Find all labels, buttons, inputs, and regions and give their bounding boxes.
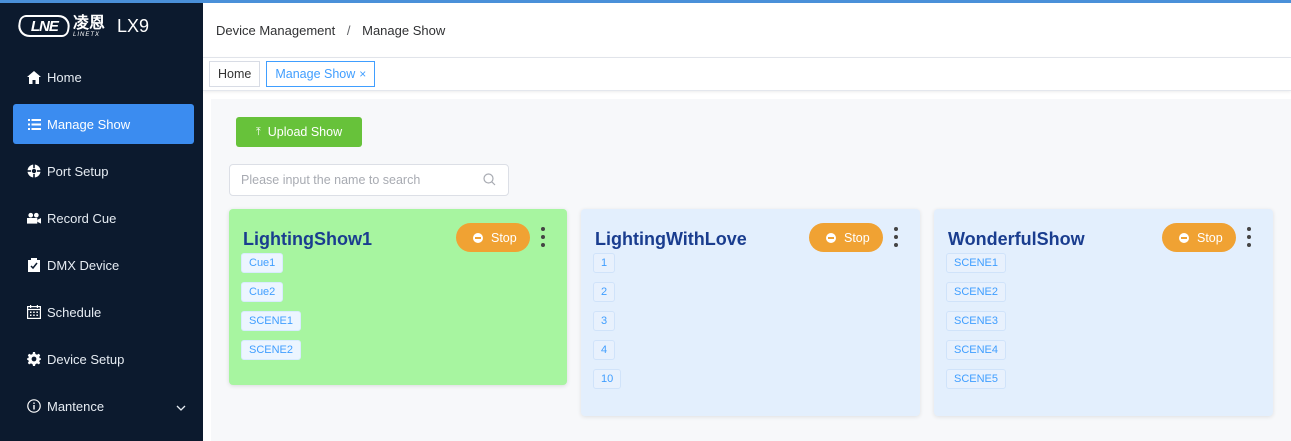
port-icon: [27, 164, 41, 178]
breadcrumb-item-device-management[interactable]: Device Management: [216, 23, 335, 38]
brand-logo: LNE 凌恩 LINETX: [15, 14, 105, 38]
gear-icon: [27, 352, 41, 366]
tab-manage-show[interactable]: Manage Show ×: [266, 61, 376, 87]
more-vertical-icon[interactable]: [893, 227, 899, 247]
list-icon: [27, 117, 41, 131]
header: Device Management / Manage Show: [203, 3, 1291, 58]
sidebar-item-home[interactable]: Home: [13, 57, 194, 97]
stop-icon: [473, 232, 483, 243]
cue-tag[interactable]: SCENE1: [241, 311, 302, 331]
sidebar-item-schedule[interactable]: Schedule: [13, 292, 194, 332]
sidebar-item-label: DMX Device: [47, 257, 120, 273]
sidebar-item-manage-show[interactable]: Manage Show: [13, 104, 194, 144]
cue-tag[interactable]: Cue1: [241, 253, 284, 273]
record-icon: [27, 211, 41, 225]
cue-list: Cue1 Cue2 SCENE1 SCENE2: [241, 253, 302, 369]
cue-tag[interactable]: 3: [593, 311, 616, 331]
home-icon: [27, 70, 41, 84]
cue-tag[interactable]: 2: [593, 282, 616, 302]
show-card[interactable]: WonderfulShow Stop SCENE1 SCENE2 SCENE3 …: [934, 209, 1273, 416]
cue-tag[interactable]: SCENE3: [946, 311, 1007, 331]
stop-button[interactable]: Stop: [809, 223, 883, 252]
cue-tag[interactable]: SCENE2: [946, 282, 1007, 302]
sidebar-item-label: Record Cue: [47, 210, 117, 226]
sidebar-item-label: Device Setup: [47, 351, 125, 367]
show-card[interactable]: LightingShow1 Stop Cue1 Cue2 SCENE1 SCEN…: [229, 209, 567, 385]
stop-icon: [826, 232, 836, 243]
more-vertical-icon[interactable]: [540, 227, 546, 247]
tab-bar: Home Manage Show ×: [203, 58, 1291, 91]
sidebar-item-label: Manage Show: [47, 116, 131, 132]
breadcrumb-item-manage-show: Manage Show: [362, 22, 446, 38]
cue-tag[interactable]: 4: [593, 340, 616, 360]
stop-button[interactable]: Stop: [1162, 223, 1236, 252]
main-content: ⤒ Upload Show LightingShow1 Stop Cue1 Cu…: [211, 99, 1291, 441]
info-icon: [27, 399, 41, 413]
cue-tag[interactable]: 1: [593, 253, 616, 273]
sidebar-item-label: Mantence: [47, 398, 105, 414]
stop-button[interactable]: Stop: [456, 223, 530, 252]
close-icon[interactable]: ×: [359, 67, 366, 81]
sidebar-item-mantence[interactable]: Mantence: [13, 386, 194, 426]
more-vertical-icon[interactable]: [1246, 227, 1252, 247]
cue-tag[interactable]: Cue2: [241, 282, 284, 302]
sidebar: LNE 凌恩 LINETX LX9 Home Manage Show Port …: [0, 3, 203, 441]
sidebar-item-device-setup[interactable]: Device Setup: [13, 339, 194, 379]
search-input[interactable]: [241, 173, 471, 187]
sidebar-item-label: Port Setup: [47, 163, 109, 179]
cue-tag[interactable]: SCENE1: [946, 253, 1007, 273]
sidebar-item-label: Home: [47, 69, 82, 85]
breadcrumb-separator: /: [346, 22, 351, 38]
cue-tag[interactable]: SCENE5: [946, 369, 1007, 389]
sidebar-item-record-cue[interactable]: Record Cue: [13, 198, 194, 238]
device-icon: [27, 258, 41, 272]
search-icon[interactable]: [483, 173, 496, 189]
app-name: LX9: [117, 15, 150, 36]
cue-tag[interactable]: SCENE2: [241, 340, 302, 360]
search-box: [229, 164, 509, 196]
cue-list: 1 2 3 4 10: [593, 253, 622, 398]
upload-show-button[interactable]: ⤒ Upload Show: [236, 117, 362, 147]
cue-tag[interactable]: SCENE4: [946, 340, 1007, 360]
calendar-icon: [27, 305, 41, 319]
cue-tag[interactable]: 10: [593, 369, 622, 389]
sidebar-item-label: Schedule: [47, 304, 102, 320]
sidebar-item-dmx-device[interactable]: DMX Device: [13, 245, 194, 285]
sidebar-item-port-setup[interactable]: Port Setup: [13, 151, 194, 191]
logo: LNE 凌恩 LINETX LX9: [0, 3, 203, 49]
upload-icon: ⤒: [255, 125, 261, 138]
chevron-down-icon: [176, 399, 186, 414]
cue-list: SCENE1 SCENE2 SCENE3 SCENE4 SCENE5: [946, 253, 1007, 398]
stop-icon: [1179, 232, 1189, 243]
show-card[interactable]: LightingWithLove Stop 1 2 3 4 10: [581, 209, 920, 416]
tab-home[interactable]: Home: [209, 61, 261, 87]
breadcrumb: Device Management / Manage Show: [216, 23, 445, 38]
